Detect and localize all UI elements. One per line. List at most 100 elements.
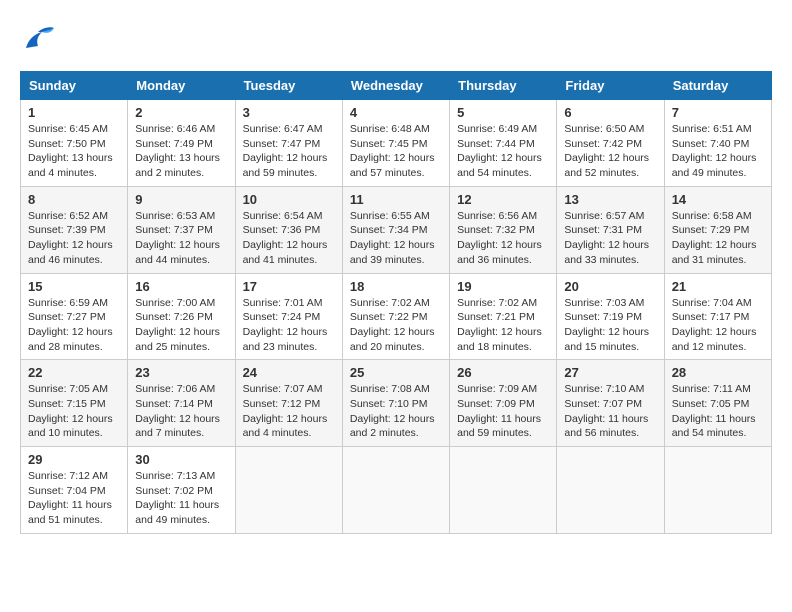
daylight-label: Daylight: 12 hours and 18 minutes. [457,326,542,353]
sunrise-label: Sunrise: 7:03 AM [564,297,644,309]
day-number: 30 [135,452,227,467]
daylight-label: Daylight: 12 hours and 12 minutes. [672,326,757,353]
week-row-4: 22 Sunrise: 7:05 AM Sunset: 7:15 PM Dayl… [21,360,772,447]
page-header [20,20,772,61]
sunset-label: Sunset: 7:21 PM [457,311,535,323]
calendar-cell: 14 Sunrise: 6:58 AM Sunset: 7:29 PM Dayl… [664,186,771,273]
calendar-cell: 2 Sunrise: 6:46 AM Sunset: 7:49 PM Dayli… [128,100,235,187]
day-header-wednesday: Wednesday [342,72,449,100]
daylight-label: Daylight: 12 hours and 4 minutes. [243,413,328,440]
daylight-label: Daylight: 13 hours and 2 minutes. [135,152,220,179]
calendar-table: SundayMondayTuesdayWednesdayThursdayFrid… [20,71,772,534]
day-header-thursday: Thursday [450,72,557,100]
day-number: 10 [243,192,335,207]
sunset-label: Sunset: 7:09 PM [457,398,535,410]
sunrise-label: Sunrise: 7:12 AM [28,470,108,482]
daylight-label: Daylight: 13 hours and 4 minutes. [28,152,113,179]
calendar-cell [664,447,771,534]
sunrise-label: Sunrise: 7:06 AM [135,383,215,395]
day-info: Sunrise: 6:47 AM Sunset: 7:47 PM Dayligh… [243,122,335,181]
sunrise-label: Sunrise: 7:01 AM [243,297,323,309]
daylight-label: Daylight: 11 hours and 54 minutes. [672,413,756,440]
sunset-label: Sunset: 7:45 PM [350,138,428,150]
calendar-cell: 27 Sunrise: 7:10 AM Sunset: 7:07 PM Dayl… [557,360,664,447]
calendar-cell: 18 Sunrise: 7:02 AM Sunset: 7:22 PM Dayl… [342,273,449,360]
calendar-cell: 4 Sunrise: 6:48 AM Sunset: 7:45 PM Dayli… [342,100,449,187]
sunset-label: Sunset: 7:17 PM [672,311,750,323]
calendar-cell: 22 Sunrise: 7:05 AM Sunset: 7:15 PM Dayl… [21,360,128,447]
daylight-label: Daylight: 12 hours and 15 minutes. [564,326,649,353]
daylight-label: Daylight: 12 hours and 39 minutes. [350,239,435,266]
calendar-cell: 30 Sunrise: 7:13 AM Sunset: 7:02 PM Dayl… [128,447,235,534]
sunrise-label: Sunrise: 7:07 AM [243,383,323,395]
day-info: Sunrise: 7:01 AM Sunset: 7:24 PM Dayligh… [243,296,335,355]
calendar-cell [450,447,557,534]
day-header-row: SundayMondayTuesdayWednesdayThursdayFrid… [21,72,772,100]
day-number: 25 [350,365,442,380]
calendar-cell: 16 Sunrise: 7:00 AM Sunset: 7:26 PM Dayl… [128,273,235,360]
sunrise-label: Sunrise: 7:04 AM [672,297,752,309]
sunrise-label: Sunrise: 6:52 AM [28,210,108,222]
calendar-cell: 10 Sunrise: 6:54 AM Sunset: 7:36 PM Dayl… [235,186,342,273]
day-info: Sunrise: 6:57 AM Sunset: 7:31 PM Dayligh… [564,209,656,268]
daylight-label: Daylight: 12 hours and 20 minutes. [350,326,435,353]
calendar-cell: 25 Sunrise: 7:08 AM Sunset: 7:10 PM Dayl… [342,360,449,447]
sunrise-label: Sunrise: 6:48 AM [350,123,430,135]
sunrise-label: Sunrise: 7:02 AM [457,297,537,309]
sunset-label: Sunset: 7:49 PM [135,138,213,150]
sunrise-label: Sunrise: 6:59 AM [28,297,108,309]
sunrise-label: Sunrise: 6:47 AM [243,123,323,135]
day-number: 27 [564,365,656,380]
day-info: Sunrise: 6:51 AM Sunset: 7:40 PM Dayligh… [672,122,764,181]
day-info: Sunrise: 6:59 AM Sunset: 7:27 PM Dayligh… [28,296,120,355]
day-info: Sunrise: 7:07 AM Sunset: 7:12 PM Dayligh… [243,382,335,441]
sunset-label: Sunset: 7:02 PM [135,485,213,497]
day-info: Sunrise: 7:12 AM Sunset: 7:04 PM Dayligh… [28,469,120,528]
sunrise-label: Sunrise: 6:49 AM [457,123,537,135]
calendar-cell: 1 Sunrise: 6:45 AM Sunset: 7:50 PM Dayli… [21,100,128,187]
daylight-label: Daylight: 12 hours and 57 minutes. [350,152,435,179]
daylight-label: Daylight: 12 hours and 36 minutes. [457,239,542,266]
day-number: 26 [457,365,549,380]
day-number: 24 [243,365,335,380]
day-number: 9 [135,192,227,207]
calendar-cell: 29 Sunrise: 7:12 AM Sunset: 7:04 PM Dayl… [21,447,128,534]
day-info: Sunrise: 7:09 AM Sunset: 7:09 PM Dayligh… [457,382,549,441]
day-info: Sunrise: 7:10 AM Sunset: 7:07 PM Dayligh… [564,382,656,441]
day-info: Sunrise: 6:52 AM Sunset: 7:39 PM Dayligh… [28,209,120,268]
day-info: Sunrise: 6:48 AM Sunset: 7:45 PM Dayligh… [350,122,442,181]
sunset-label: Sunset: 7:37 PM [135,224,213,236]
day-info: Sunrise: 6:49 AM Sunset: 7:44 PM Dayligh… [457,122,549,181]
sunrise-label: Sunrise: 6:50 AM [564,123,644,135]
sunrise-label: Sunrise: 6:46 AM [135,123,215,135]
calendar-cell: 3 Sunrise: 6:47 AM Sunset: 7:47 PM Dayli… [235,100,342,187]
calendar-cell [557,447,664,534]
day-info: Sunrise: 7:11 AM Sunset: 7:05 PM Dayligh… [672,382,764,441]
calendar-cell: 13 Sunrise: 6:57 AM Sunset: 7:31 PM Dayl… [557,186,664,273]
day-number: 12 [457,192,549,207]
sunset-label: Sunset: 7:36 PM [243,224,321,236]
day-info: Sunrise: 7:13 AM Sunset: 7:02 PM Dayligh… [135,469,227,528]
day-number: 20 [564,279,656,294]
day-number: 15 [28,279,120,294]
day-info: Sunrise: 7:04 AM Sunset: 7:17 PM Dayligh… [672,296,764,355]
day-info: Sunrise: 6:46 AM Sunset: 7:49 PM Dayligh… [135,122,227,181]
sunrise-label: Sunrise: 7:02 AM [350,297,430,309]
sunset-label: Sunset: 7:50 PM [28,138,106,150]
sunset-label: Sunset: 7:04 PM [28,485,106,497]
sunset-label: Sunset: 7:10 PM [350,398,428,410]
day-header-sunday: Sunday [21,72,128,100]
calendar-cell: 20 Sunrise: 7:03 AM Sunset: 7:19 PM Dayl… [557,273,664,360]
day-number: 18 [350,279,442,294]
daylight-label: Daylight: 12 hours and 46 minutes. [28,239,113,266]
daylight-label: Daylight: 12 hours and 44 minutes. [135,239,220,266]
day-info: Sunrise: 6:50 AM Sunset: 7:42 PM Dayligh… [564,122,656,181]
day-number: 1 [28,105,120,120]
sunset-label: Sunset: 7:24 PM [243,311,321,323]
week-row-3: 15 Sunrise: 6:59 AM Sunset: 7:27 PM Dayl… [21,273,772,360]
calendar-cell [235,447,342,534]
day-number: 21 [672,279,764,294]
daylight-label: Daylight: 11 hours and 49 minutes. [135,499,219,526]
day-number: 28 [672,365,764,380]
calendar-cell: 6 Sunrise: 6:50 AM Sunset: 7:42 PM Dayli… [557,100,664,187]
